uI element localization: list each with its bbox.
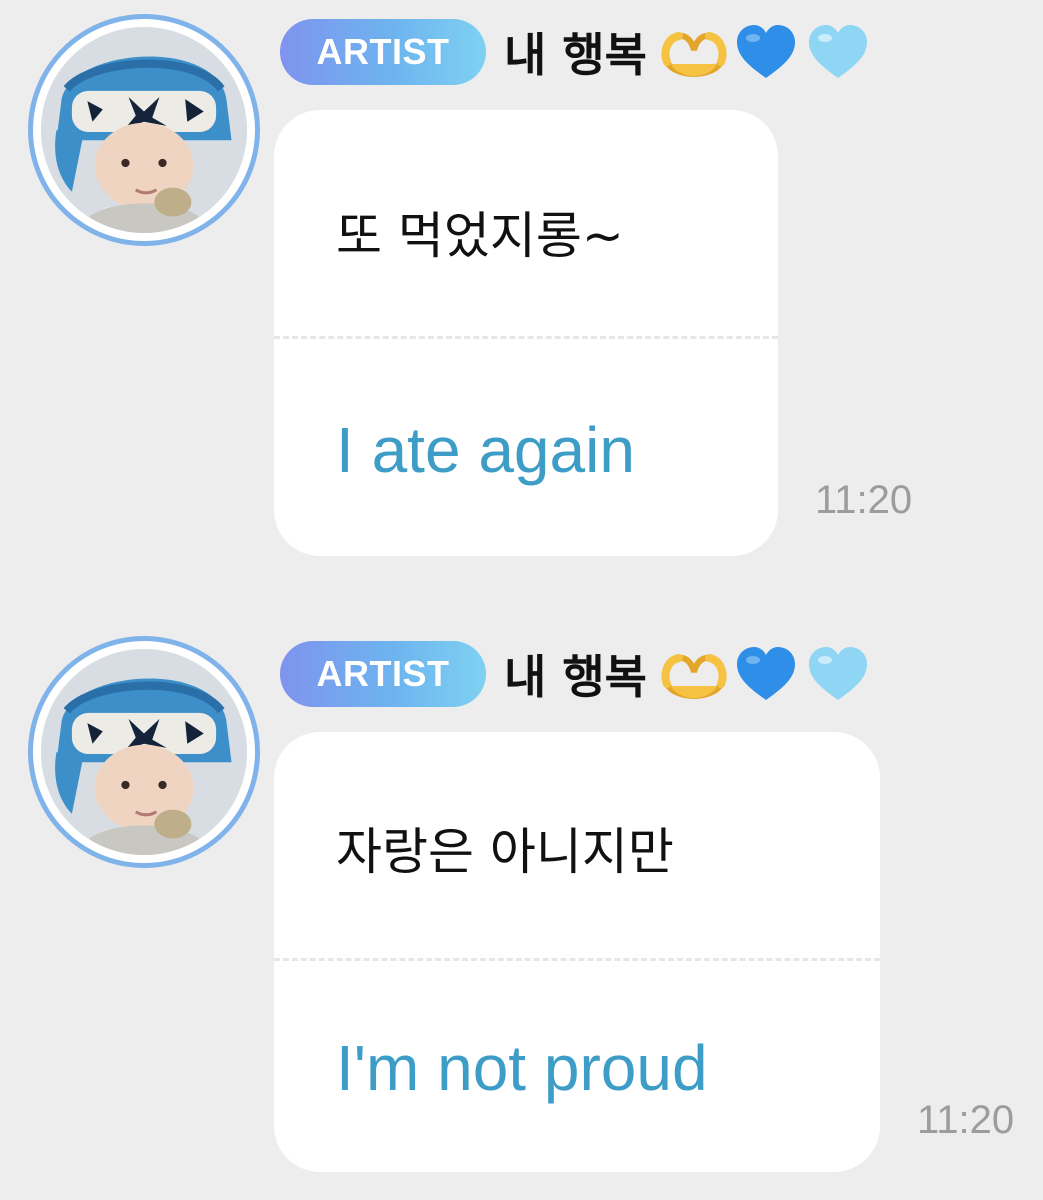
avatar[interactable] [28,636,260,868]
message-original-text: 자랑은 아니지만 [336,823,674,881]
sender-name[interactable]: 내 행복 [504,641,647,707]
avatar-photo [41,27,247,233]
avatar[interactable] [28,14,260,246]
chat-message: ARTIST 내 행복 [0,622,1043,1200]
message-original-text: 또 먹었지롱~ [336,207,624,265]
chat-thread: ARTIST 내 행복 또 먹었지롱~ I ate again 11:20 AR… [0,0,1043,1200]
light-blue-heart-icon [805,644,871,704]
message-bubble[interactable]: 또 먹었지롱~ I ate again [274,110,778,556]
avatar-photo [41,649,247,855]
message-header: ARTIST 내 행복 [280,14,877,90]
blue-heart-icon [733,22,799,82]
translation-divider [274,336,778,339]
heart-hands-icon [661,22,727,82]
message-timestamp: 11:20 [917,1098,1015,1142]
message-translated-text: I ate again [336,414,635,486]
message-bubble[interactable]: 자랑은 아니지만 I'm not proud [274,732,880,1172]
blue-heart-icon [733,644,799,704]
message-header: ARTIST 내 행복 [280,636,877,712]
chat-message: ARTIST 내 행복 [0,0,1043,580]
message-translated-text: I'm not proud [336,1032,708,1104]
artist-badge: ARTIST [280,641,486,707]
sender-emojis [661,644,877,704]
artist-badge: ARTIST [280,19,486,85]
light-blue-heart-icon [805,22,871,82]
heart-hands-icon [661,644,727,704]
message-timestamp: 11:20 [815,478,913,522]
translation-divider [274,958,880,961]
sender-name[interactable]: 내 행복 [504,19,647,85]
sender-emojis [661,22,877,82]
